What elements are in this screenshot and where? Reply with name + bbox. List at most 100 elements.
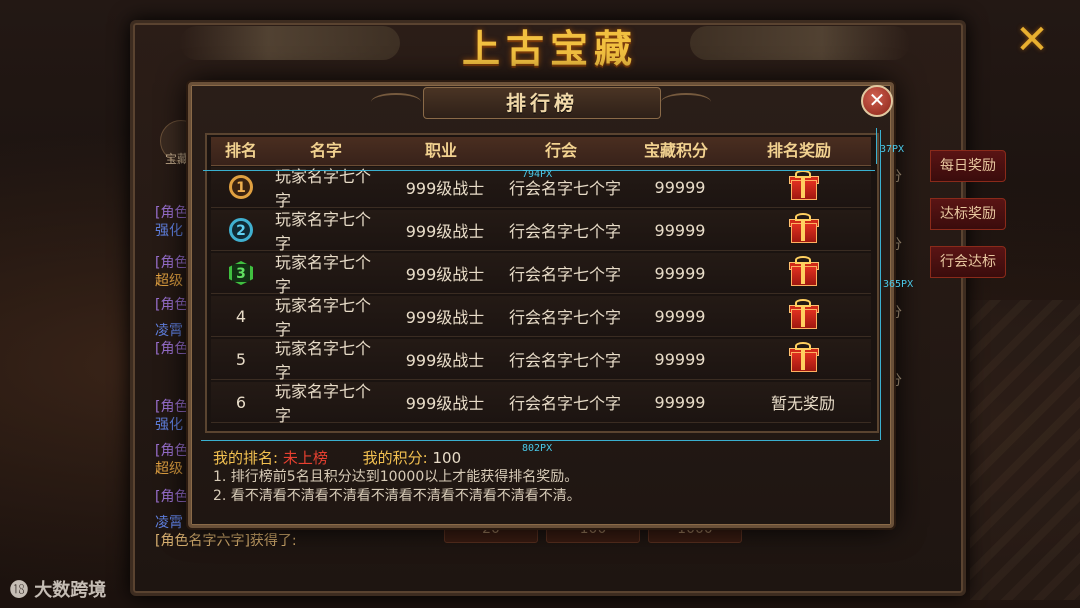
table-row[interactable]: 4 玩家名字七个字 999级战士 行会名字七个字 99999 bbox=[211, 296, 871, 339]
table-row[interactable]: 3 玩家名字七个字 999级战士 行会名字七个字 99999 bbox=[211, 253, 871, 296]
tab-daily-reward[interactable]: 每日奖励 bbox=[930, 150, 1006, 182]
guild-cell: 行会名字七个字 bbox=[508, 265, 621, 284]
footer-info: 我的排名: 未上榜 我的积分: 100 1. 排行榜前5名且积分达到10000以… bbox=[213, 449, 873, 506]
reward-cell: 暂无奖励 bbox=[770, 394, 835, 413]
chat-line: [角色 bbox=[155, 297, 189, 313]
watermark-logo-icon: ⓲ bbox=[10, 580, 35, 601]
rank-badge-icon: 2 bbox=[229, 218, 253, 242]
gift-box-icon[interactable] bbox=[788, 170, 819, 200]
job-cell: 999级战士 bbox=[405, 222, 485, 241]
my-score-label: 我的积分: bbox=[362, 449, 428, 467]
height-annotation: 365PX bbox=[883, 279, 914, 290]
watermark: ⓲ 大数跨境 bbox=[10, 576, 106, 602]
left-badge-label: 宝藏 bbox=[165, 152, 190, 166]
guild-cell: 行会名字七个字 bbox=[508, 394, 621, 413]
table-header: 排名 名字 职业 行会 宝藏积分 排名奖励 bbox=[211, 137, 871, 166]
watermark-text: 大数跨境 bbox=[34, 580, 107, 601]
chat-line: 强化 bbox=[155, 417, 183, 433]
rank-cell: 1 bbox=[211, 175, 271, 199]
rule-note: 1. 排行榜前5名且积分达到10000以上才能获得排名奖励。 bbox=[213, 469, 579, 485]
tab-guild-target[interactable]: 行会达标 bbox=[930, 246, 1006, 278]
reward-cell[interactable] bbox=[735, 342, 871, 376]
height-guide-line bbox=[876, 128, 877, 164]
gift-box-icon[interactable] bbox=[788, 256, 819, 286]
rank-cell: 4 bbox=[235, 306, 247, 326]
col-job: 职业 bbox=[424, 141, 457, 160]
my-rank-label: 我的排名: bbox=[213, 449, 279, 467]
height-annotation: 37PX bbox=[880, 144, 905, 155]
score-cell: 99999 bbox=[654, 220, 706, 240]
col-name: 名字 bbox=[309, 141, 342, 160]
chat-line: 超级 bbox=[155, 461, 183, 477]
job-cell: 999级战士 bbox=[405, 351, 485, 370]
reward-cell[interactable] bbox=[735, 299, 871, 333]
chat-line: [角色 bbox=[155, 489, 189, 505]
job-cell: 999级战士 bbox=[405, 179, 485, 198]
close-icon[interactable]: ✕ bbox=[1010, 18, 1054, 62]
gift-box-icon[interactable] bbox=[788, 299, 819, 329]
chat-line: [角色 bbox=[155, 443, 189, 459]
score-cell: 99999 bbox=[654, 392, 706, 412]
rank-badge-icon: 3 bbox=[229, 261, 253, 285]
score-cell: 99999 bbox=[654, 177, 706, 197]
col-score: 宝藏积分 bbox=[643, 141, 708, 160]
chat-line: [角色 bbox=[155, 255, 189, 271]
chain-decoration bbox=[970, 300, 1080, 600]
player-name-cell: 玩家名字七个字 bbox=[275, 296, 372, 339]
width-annotation: 802PX bbox=[522, 443, 553, 454]
table-row[interactable]: 2 玩家名字七个字 999级战士 行会名字七个字 99999 bbox=[211, 210, 871, 253]
treasure-title: 上古宝藏 bbox=[461, 26, 638, 71]
score-cell: 99999 bbox=[654, 349, 706, 369]
reward-cell[interactable] bbox=[735, 170, 871, 204]
dragon-ornament-right bbox=[690, 26, 910, 60]
rank-badge-icon: 1 bbox=[229, 175, 253, 199]
rule-note: 2. 看不清看不清看不清看不清看不清看不清看不清看不清。 bbox=[213, 488, 581, 504]
table-row[interactable]: 5 玩家名字七个字 999级战士 行会名字七个字 99999 bbox=[211, 339, 871, 382]
job-cell: 999级战士 bbox=[405, 265, 485, 284]
chat-line: 强化 bbox=[155, 223, 183, 239]
gift-box-icon[interactable] bbox=[788, 213, 819, 243]
chat-line: 凌霄 bbox=[155, 323, 183, 339]
rank-cell: 5 bbox=[235, 349, 247, 369]
dragon-ornament-left bbox=[180, 26, 400, 60]
height-guide-line bbox=[880, 130, 881, 440]
guild-cell: 行会名字七个字 bbox=[508, 351, 621, 370]
player-name-cell: 玩家名字七个字 bbox=[275, 339, 372, 382]
chat-line: 凌霄 bbox=[155, 515, 183, 531]
header-ornament-right bbox=[661, 93, 711, 111]
col-rank: 排名 bbox=[224, 141, 257, 160]
rank-cell: 2 bbox=[211, 218, 271, 242]
gift-box-icon[interactable] bbox=[788, 342, 819, 372]
player-name-cell: 玩家名字七个字 bbox=[275, 210, 372, 253]
chat-line: [角色 bbox=[155, 205, 189, 221]
job-cell: 999级战士 bbox=[405, 394, 485, 413]
my-rank-value: 未上榜 bbox=[282, 449, 328, 467]
col-guild: 行会 bbox=[544, 141, 577, 160]
chat-line: [角色 bbox=[155, 341, 189, 357]
chat-line: [角色 bbox=[155, 399, 189, 415]
chat-last-line: [角色名字六字]获得了: bbox=[155, 533, 297, 549]
job-cell: 999级战士 bbox=[405, 308, 485, 327]
player-name-cell: 玩家名字七个字 bbox=[275, 253, 372, 296]
modal-header: 排行榜 ✕ bbox=[191, 85, 893, 119]
col-reward: 排名奖励 bbox=[766, 141, 831, 160]
rank-cell: 3 bbox=[211, 261, 271, 285]
my-score-value: 100 bbox=[432, 449, 462, 467]
reward-cell[interactable] bbox=[735, 256, 871, 290]
rank-cell: 6 bbox=[235, 392, 247, 412]
guild-cell: 行会名字七个字 bbox=[508, 222, 621, 241]
score-cell: 99999 bbox=[654, 306, 706, 326]
tab-target-reward[interactable]: 达标奖励 bbox=[930, 198, 1006, 230]
table-row[interactable]: 6 玩家名字七个字 999级战士 行会名字七个字 99999 暂无奖励 bbox=[211, 382, 871, 425]
width-guide-line bbox=[201, 440, 879, 441]
reward-cell[interactable] bbox=[735, 213, 871, 247]
modal-close-button[interactable]: ✕ bbox=[861, 85, 893, 117]
header-ornament-left bbox=[371, 93, 421, 111]
guild-cell: 行会名字七个字 bbox=[508, 308, 621, 327]
player-name-cell: 玩家名字七个字 bbox=[275, 382, 372, 425]
modal-title: 排行榜 bbox=[423, 87, 661, 119]
chat-line: 超级 bbox=[155, 273, 183, 289]
width-annotation: 794PX bbox=[522, 169, 553, 180]
score-cell: 99999 bbox=[654, 263, 706, 283]
leaderboard-modal: 排行榜 ✕ 排名 名字 职业 行会 宝藏积分 排名奖励 1 玩家名字七个字 999级… bbox=[188, 82, 894, 528]
